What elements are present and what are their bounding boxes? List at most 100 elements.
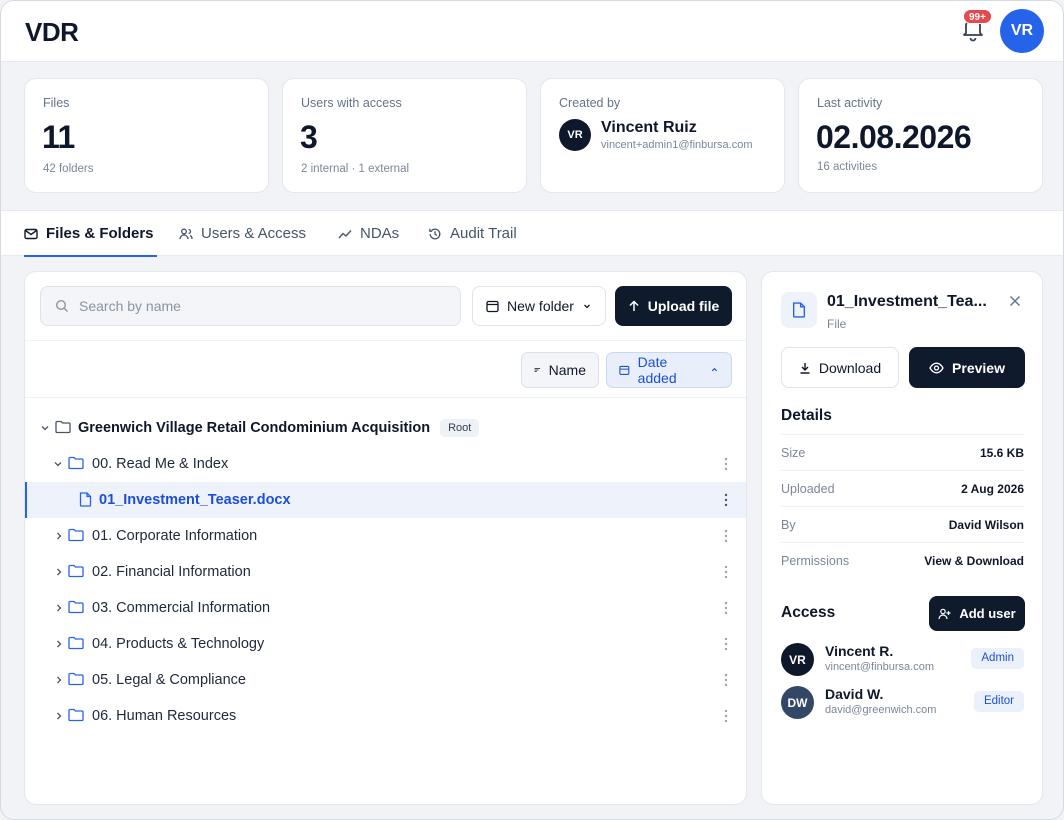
creator-name: Vincent Ruiz (601, 119, 697, 136)
chevron-down-icon[interactable] (40, 423, 50, 433)
folder-icon (68, 528, 84, 542)
chevron-right-icon[interactable] (54, 711, 64, 721)
tab-ndas[interactable]: NDAs (338, 211, 399, 256)
stat-label: Users with access (301, 96, 402, 110)
detail-key: Uploaded (781, 481, 835, 496)
more-vertical-icon[interactable] (724, 564, 728, 580)
more-vertical-icon[interactable] (724, 636, 728, 652)
chevron-right-icon[interactable] (54, 675, 64, 685)
search-box[interactable] (40, 286, 461, 326)
download-button[interactable]: Download (781, 347, 899, 388)
arrow-up-icon (629, 300, 639, 311)
upload-label: Upload file (647, 298, 720, 314)
download-icon (800, 362, 810, 374)
stat-label: Files (43, 96, 70, 110)
user-avatar[interactable]: VR (1000, 9, 1044, 53)
tab-files-folders[interactable]: Files & Folders (24, 211, 157, 257)
chevron-right-icon[interactable] (54, 603, 64, 613)
detail-key: Size (781, 445, 806, 460)
stat-value: 11 (42, 119, 75, 155)
user-plus-icon (938, 608, 951, 619)
user-avatar: DW (781, 686, 814, 719)
detail-key: By (781, 517, 796, 532)
sort-name-label: Name (548, 362, 586, 378)
upload-file-button[interactable]: Upload file (615, 286, 732, 326)
folder-name: 05. Legal & Compliance (92, 672, 246, 688)
file-icon (79, 492, 92, 507)
folder-icon (68, 636, 84, 650)
chevron-right-icon[interactable] (54, 531, 64, 541)
detail-value: 15.6 KB (979, 445, 1024, 460)
creator-email: vincent+admin1@finbursa.com (601, 139, 753, 151)
file-panel: New folder Upload file Name Date added G… (24, 271, 747, 805)
more-vertical-icon[interactable] (724, 600, 728, 616)
search-input[interactable] (79, 298, 439, 314)
close-icon[interactable] (1008, 294, 1022, 308)
stat-label: Created by (559, 96, 621, 110)
more-vertical-icon[interactable] (724, 528, 728, 544)
folder-name: 02. Financial Information (92, 564, 251, 580)
file-name: 01_Investment_Teaser.docx (99, 492, 291, 508)
details-heading: Details (781, 407, 832, 424)
user-name: Vincent R. (825, 643, 894, 659)
more-vertical-icon[interactable] (724, 708, 728, 724)
folder-icon (68, 456, 84, 470)
detail-value: View & Download (924, 553, 1024, 568)
preview-label: Preview (952, 359, 1005, 376)
more-vertical-icon[interactable] (724, 492, 728, 508)
download-label: Download (818, 359, 882, 376)
tree-row[interactable]: 05. Legal & Compliance (25, 662, 746, 698)
folder-icon (68, 564, 84, 578)
tree-row[interactable]: 04. Products & Technology (25, 626, 746, 662)
sort-lines-icon (534, 367, 541, 373)
add-user-button[interactable]: Add user (929, 596, 1025, 631)
tab-users-access[interactable]: Users & Access (179, 211, 306, 256)
app-logo: VDR (25, 17, 79, 47)
user-email: david@greenwich.com (825, 704, 937, 716)
folder-name: 04. Products & Technology (92, 636, 265, 652)
role-badge[interactable]: Admin (971, 648, 1024, 669)
stat-sub: 2 internal · 1 external (301, 163, 410, 175)
calendar-icon (619, 365, 630, 375)
detail-file-type: File (827, 317, 847, 331)
access-user-row: DW David W. david@greenwich.com Editor (781, 684, 1024, 724)
tree-row[interactable]: 06. Human Resources (25, 698, 746, 734)
chevron-right-icon[interactable] (54, 567, 64, 577)
search-icon (55, 299, 68, 312)
stat-card-files: Files 11 42 folders (24, 78, 269, 193)
access-user-row: VR Vincent R. vincent@finbursa.com Admin (781, 641, 1024, 681)
stat-sub: 42 folders (43, 163, 94, 175)
trend-icon (338, 229, 352, 238)
stat-card-users: Users with access 3 2 internal · 1 exter… (282, 78, 527, 193)
notification-badge: 99+ (963, 9, 992, 24)
more-vertical-icon[interactable] (724, 456, 728, 472)
stat-card-activity: Last activity 02.08.2026 16 activities (798, 78, 1043, 193)
user-avatar: VR (781, 643, 814, 676)
tree-row[interactable]: 01. Corporate Information (25, 518, 746, 554)
sort-name-button[interactable]: Name (521, 352, 599, 388)
folder-name: 01. Corporate Information (92, 528, 258, 544)
detail-value: David Wilson (948, 517, 1024, 532)
tree-row[interactable]: 03. Commercial Information (25, 590, 746, 626)
folder-icon (55, 420, 71, 434)
chevron-down-icon[interactable] (53, 459, 63, 469)
role-badge[interactable]: Editor (973, 691, 1024, 712)
chevron-down-icon (583, 304, 590, 309)
history-icon (429, 228, 441, 239)
tab-audit-trail[interactable]: Audit Trail (428, 211, 517, 256)
tree-row-selected[interactable]: 01_Investment_Teaser.docx (25, 482, 746, 518)
eye-icon (929, 362, 944, 373)
new-folder-button[interactable]: New folder (472, 286, 606, 326)
chevron-right-icon[interactable] (54, 639, 64, 649)
more-vertical-icon[interactable] (724, 672, 728, 688)
tree-row[interactable]: 00. Read Me & Index (25, 446, 746, 482)
tab-label: Files & Folders (46, 225, 154, 242)
preview-button[interactable]: Preview (909, 347, 1025, 388)
stat-value: 3 (300, 119, 318, 155)
tree-row[interactable]: 02. Financial Information (25, 554, 746, 590)
tree-root-row[interactable]: Greenwich Village Retail Condominium Acq… (25, 410, 746, 446)
detail-row: By David Wilson (781, 506, 1024, 542)
detail-value: 2 Aug 2026 (961, 481, 1024, 496)
sort-date-button[interactable]: Date added (606, 352, 732, 388)
stat-value: 02.08.2026 (816, 119, 972, 155)
